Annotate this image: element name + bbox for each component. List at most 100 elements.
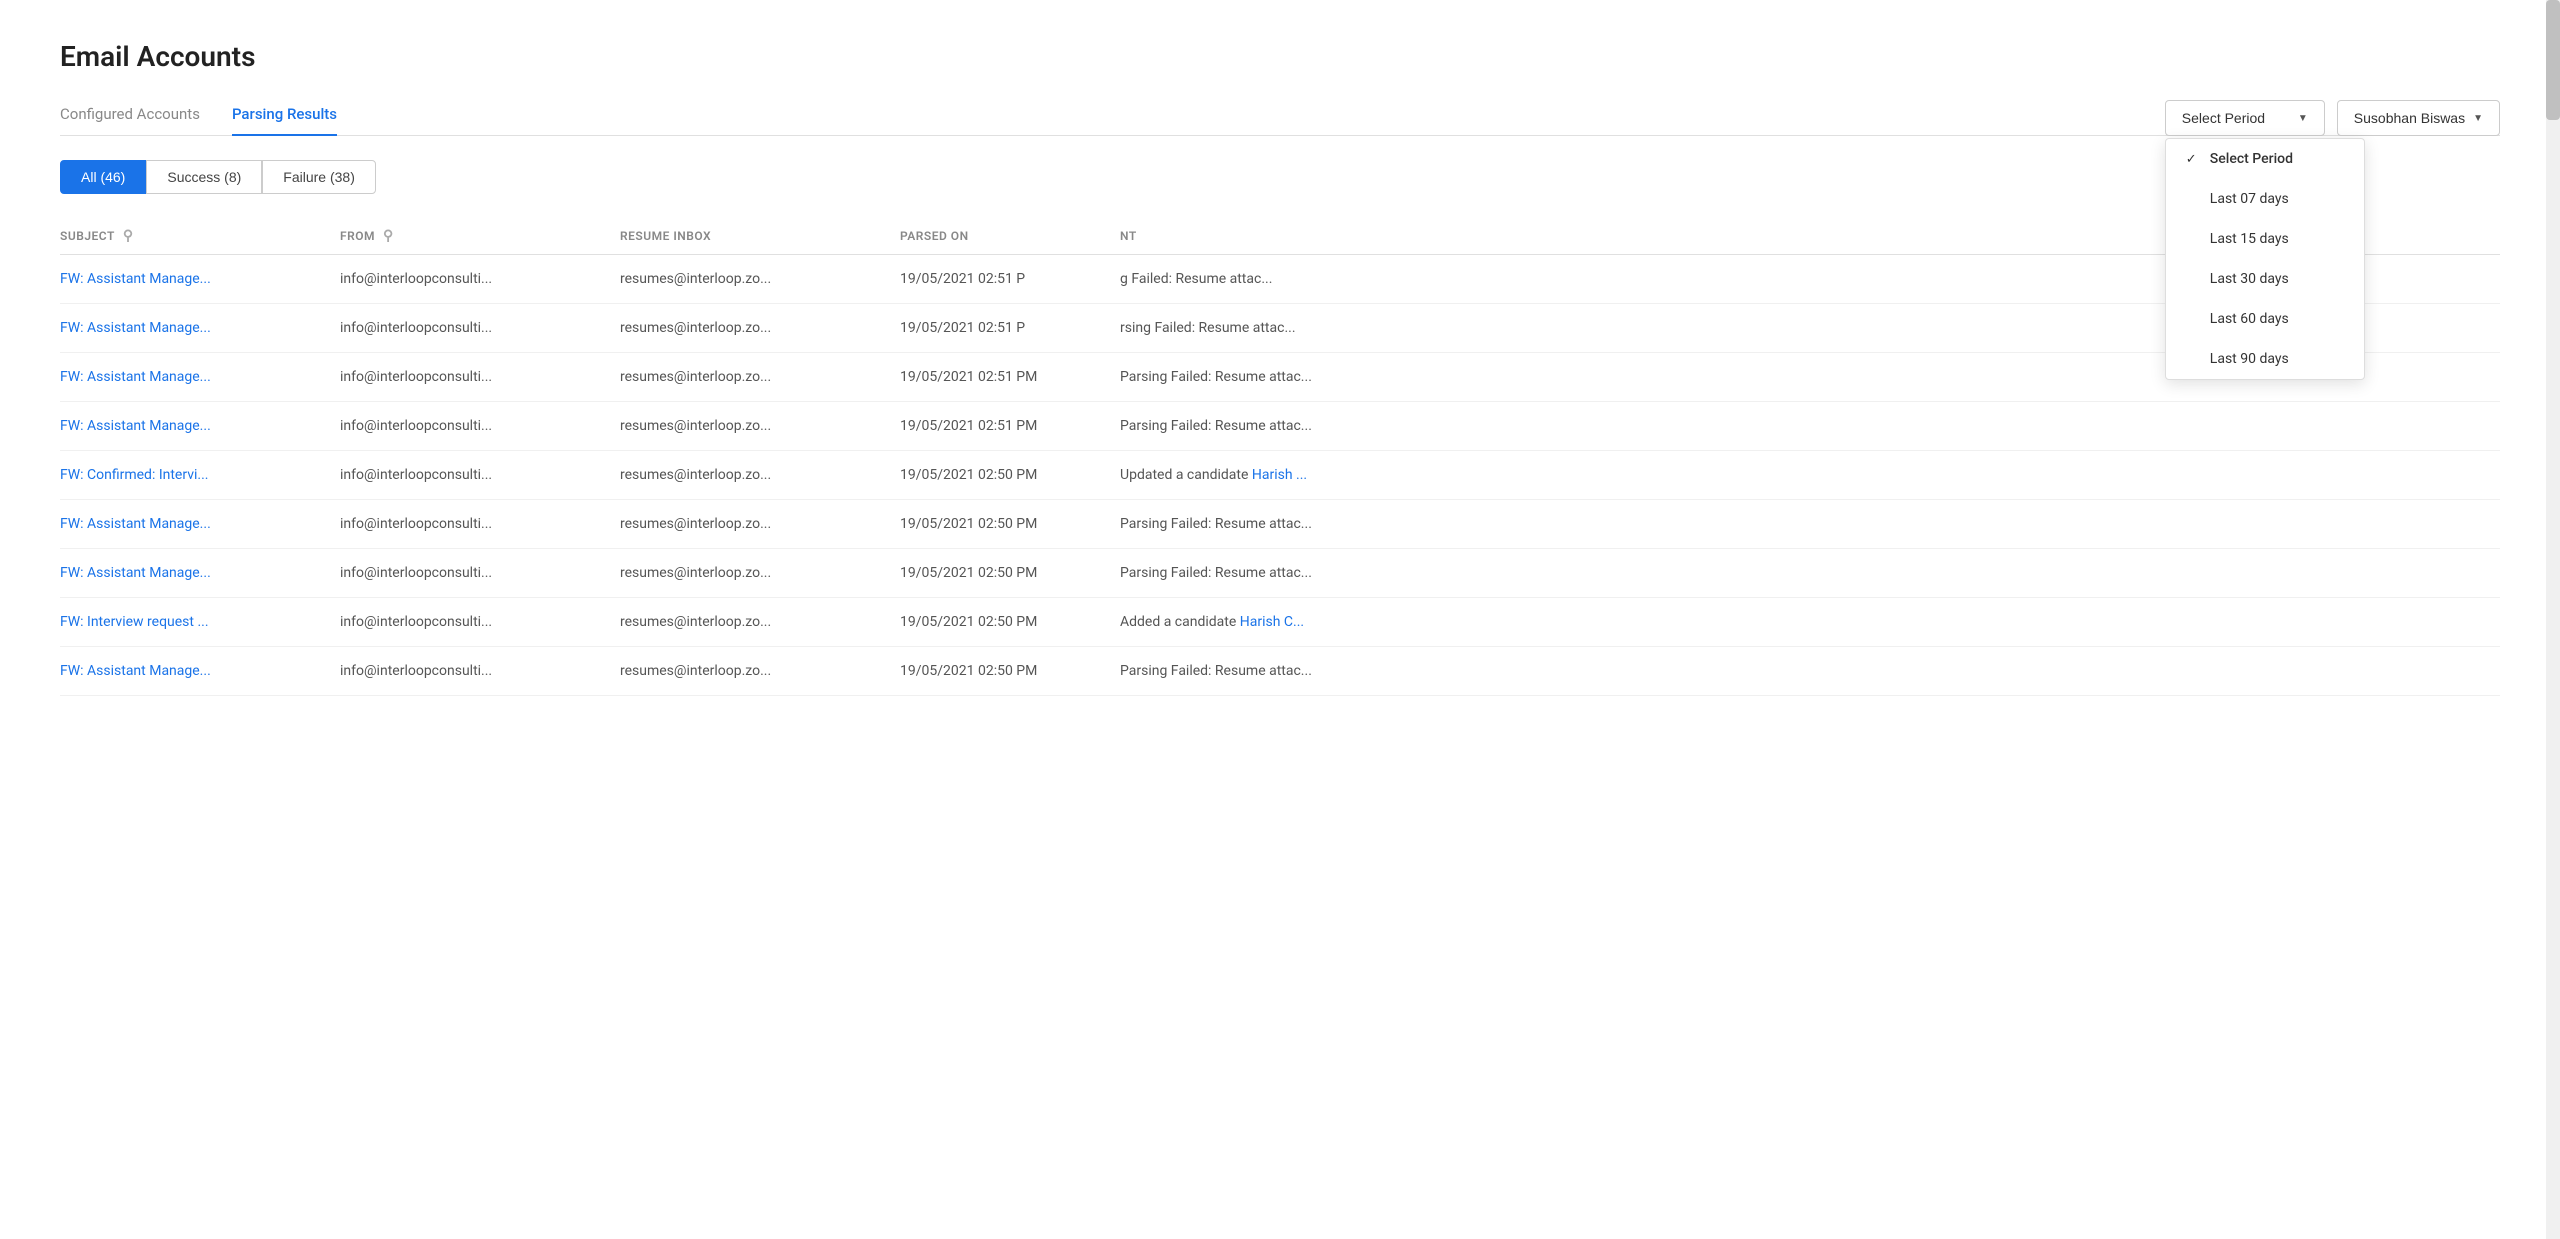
- filter-success-button[interactable]: Success (8): [146, 160, 262, 194]
- subject-cell[interactable]: FW: Assistant Manage...: [60, 516, 340, 532]
- subject-cell[interactable]: FW: Confirmed: Intervi...: [60, 467, 340, 483]
- subject-cell[interactable]: FW: Assistant Manage...: [60, 271, 340, 287]
- table-row: FW: Assistant Manage... info@interloopco…: [60, 647, 2500, 696]
- table-row: FW: Assistant Manage... info@interloopco…: [60, 304, 2500, 353]
- filter-buttons: All (46) Success (8) Failure (38): [60, 160, 376, 194]
- period-option-7days-label: Last 07 days: [2210, 191, 2289, 207]
- from-cell: info@interloopconsulti...: [340, 467, 620, 483]
- table-row: FW: Assistant Manage... info@interloopco…: [60, 255, 2500, 304]
- period-option-60days[interactable]: Last 60 days: [2166, 299, 2364, 339]
- subject-cell[interactable]: FW: Assistant Manage...: [60, 565, 340, 581]
- th-parsed-on-label: PARSED ON: [900, 229, 969, 243]
- tab-configured-accounts[interactable]: Configured Accounts: [60, 97, 200, 135]
- parsed-on-cell: 19/05/2021 02:50 PM: [900, 516, 1120, 532]
- th-from-label: FROM: [340, 229, 375, 243]
- period-option-30days[interactable]: Last 30 days: [2166, 259, 2364, 299]
- table-row: FW: Assistant Manage... info@interloopco…: [60, 353, 2500, 402]
- th-subject: SUBJECT ⚲: [60, 228, 340, 244]
- from-search-icon[interactable]: ⚲: [383, 228, 394, 244]
- resume-inbox-cell: resumes@interloop.zo...: [620, 565, 900, 581]
- resume-inbox-cell: resumes@interloop.zo...: [620, 663, 900, 679]
- comment-cell: Parsing Failed: Resume attac...: [1120, 418, 2500, 434]
- period-option-select-label: Select Period: [2210, 151, 2293, 167]
- th-from: FROM ⚲: [340, 228, 620, 244]
- from-cell: info@interloopconsulti...: [340, 418, 620, 434]
- comment-cell: Parsing Failed: Resume attac...: [1120, 516, 2500, 532]
- subject-cell[interactable]: FW: Assistant Manage...: [60, 663, 340, 679]
- comment-cell: Parsing Failed: Resume attac...: [1120, 565, 2500, 581]
- resume-inbox-cell: resumes@interloop.zo...: [620, 614, 900, 630]
- th-comment-label: NT: [1120, 229, 1137, 243]
- th-resume-inbox: RESUME INBOX: [620, 228, 900, 244]
- period-option-30days-label: Last 30 days: [2210, 271, 2289, 287]
- tab-parsing-results[interactable]: Parsing Results: [232, 97, 337, 135]
- period-option-90days-label: Last 90 days: [2210, 351, 2289, 367]
- from-cell: info@interloopconsulti...: [340, 516, 620, 532]
- filter-failure-button[interactable]: Failure (38): [262, 160, 376, 194]
- comment-cell: Parsing Failed: Resume attac...: [1120, 663, 2500, 679]
- filters-row: All (46) Success (8) Failure (38): [60, 160, 2500, 194]
- from-cell: info@interloopconsulti...: [340, 369, 620, 385]
- user-dropdown-button[interactable]: Susobhan Biswas ▼: [2337, 100, 2500, 136]
- subject-cell[interactable]: FW: Interview request ...: [60, 614, 340, 630]
- from-cell: info@interloopconsulti...: [340, 271, 620, 287]
- user-dropdown-label: Susobhan Biswas: [2354, 110, 2465, 126]
- subject-cell[interactable]: FW: Assistant Manage...: [60, 369, 340, 385]
- email-table: SUBJECT ⚲ FROM ⚲ RESUME INBOX PARSED ON …: [60, 218, 2500, 696]
- checkmark-icon: ✓: [2186, 152, 2202, 167]
- user-dropdown-wrapper: Susobhan Biswas ▼: [2337, 100, 2500, 136]
- resume-inbox-cell: resumes@interloop.zo...: [620, 271, 900, 287]
- th-resume-inbox-label: RESUME INBOX: [620, 229, 711, 243]
- period-option-60days-label: Last 60 days: [2210, 311, 2289, 327]
- period-dropdown-menu: ✓ Select Period Last 07 days Last 15 day…: [2165, 138, 2365, 380]
- parsed-on-cell: 19/05/2021 02:51 PM: [900, 369, 1120, 385]
- period-dropdown-label: Select Period: [2182, 110, 2265, 126]
- parsed-on-cell: 19/05/2021 02:51 P: [900, 320, 1120, 336]
- resume-inbox-cell: resumes@interloop.zo...: [620, 467, 900, 483]
- table-row: FW: Confirmed: Intervi... info@interloop…: [60, 451, 2500, 500]
- period-option-90days[interactable]: Last 90 days: [2166, 339, 2364, 379]
- period-option-select[interactable]: ✓ Select Period: [2166, 139, 2364, 179]
- subject-cell[interactable]: FW: Assistant Manage...: [60, 418, 340, 434]
- comment-text: Updated a candidate: [1120, 467, 1252, 483]
- period-option-15days[interactable]: Last 15 days: [2166, 219, 2364, 259]
- scrollbar[interactable]: [2546, 0, 2560, 1239]
- parsed-on-cell: 19/05/2021 02:50 PM: [900, 565, 1120, 581]
- tabs-row: Configured Accounts Parsing Results: [60, 97, 2500, 136]
- resume-inbox-cell: resumes@interloop.zo...: [620, 369, 900, 385]
- subject-cell[interactable]: FW: Assistant Manage...: [60, 320, 340, 336]
- parsed-on-cell: 19/05/2021 02:51 PM: [900, 418, 1120, 434]
- comment-link[interactable]: Harish C...: [1240, 614, 1304, 630]
- table-row: FW: Interview request ... info@interloop…: [60, 598, 2500, 647]
- right-controls: Select Period ▼ ✓ Select Period Last 07 …: [2165, 100, 2500, 136]
- period-dropdown-wrapper: Select Period ▼ ✓ Select Period Last 07 …: [2165, 100, 2325, 136]
- comment-link[interactable]: Harish ...: [1252, 467, 1307, 483]
- period-chevron-icon: ▼: [2298, 113, 2308, 124]
- user-chevron-icon: ▼: [2473, 113, 2483, 124]
- parsed-on-cell: 19/05/2021 02:51 P: [900, 271, 1120, 287]
- from-cell: info@interloopconsulti...: [340, 614, 620, 630]
- resume-inbox-cell: resumes@interloop.zo...: [620, 516, 900, 532]
- filter-all-button[interactable]: All (46): [60, 160, 146, 194]
- th-parsed-on: PARSED ON: [900, 228, 1120, 244]
- parsed-on-cell: 19/05/2021 02:50 PM: [900, 663, 1120, 679]
- table-row: FW: Assistant Manage... info@interloopco…: [60, 549, 2500, 598]
- subject-search-icon[interactable]: ⚲: [123, 228, 134, 244]
- period-option-7days[interactable]: Last 07 days: [2166, 179, 2364, 219]
- parsed-on-cell: 19/05/2021 02:50 PM: [900, 467, 1120, 483]
- th-subject-label: SUBJECT: [60, 229, 115, 243]
- table-header: SUBJECT ⚲ FROM ⚲ RESUME INBOX PARSED ON …: [60, 218, 2500, 255]
- resume-inbox-cell: resumes@interloop.zo...: [620, 418, 900, 434]
- page-title: Email Accounts: [60, 40, 2500, 73]
- scrollbar-thumb[interactable]: [2546, 0, 2560, 120]
- from-cell: info@interloopconsulti...: [340, 565, 620, 581]
- from-cell: info@interloopconsulti...: [340, 663, 620, 679]
- resume-inbox-cell: resumes@interloop.zo...: [620, 320, 900, 336]
- parsed-on-cell: 19/05/2021 02:50 PM: [900, 614, 1120, 630]
- comment-cell: Updated a candidate Harish ...: [1120, 467, 2500, 483]
- table-row: FW: Assistant Manage... info@interloopco…: [60, 500, 2500, 549]
- comment-cell: Added a candidate Harish C...: [1120, 614, 2500, 630]
- table-row: FW: Assistant Manage... info@interloopco…: [60, 402, 2500, 451]
- period-option-15days-label: Last 15 days: [2210, 231, 2289, 247]
- period-dropdown-button[interactable]: Select Period ▼: [2165, 100, 2325, 136]
